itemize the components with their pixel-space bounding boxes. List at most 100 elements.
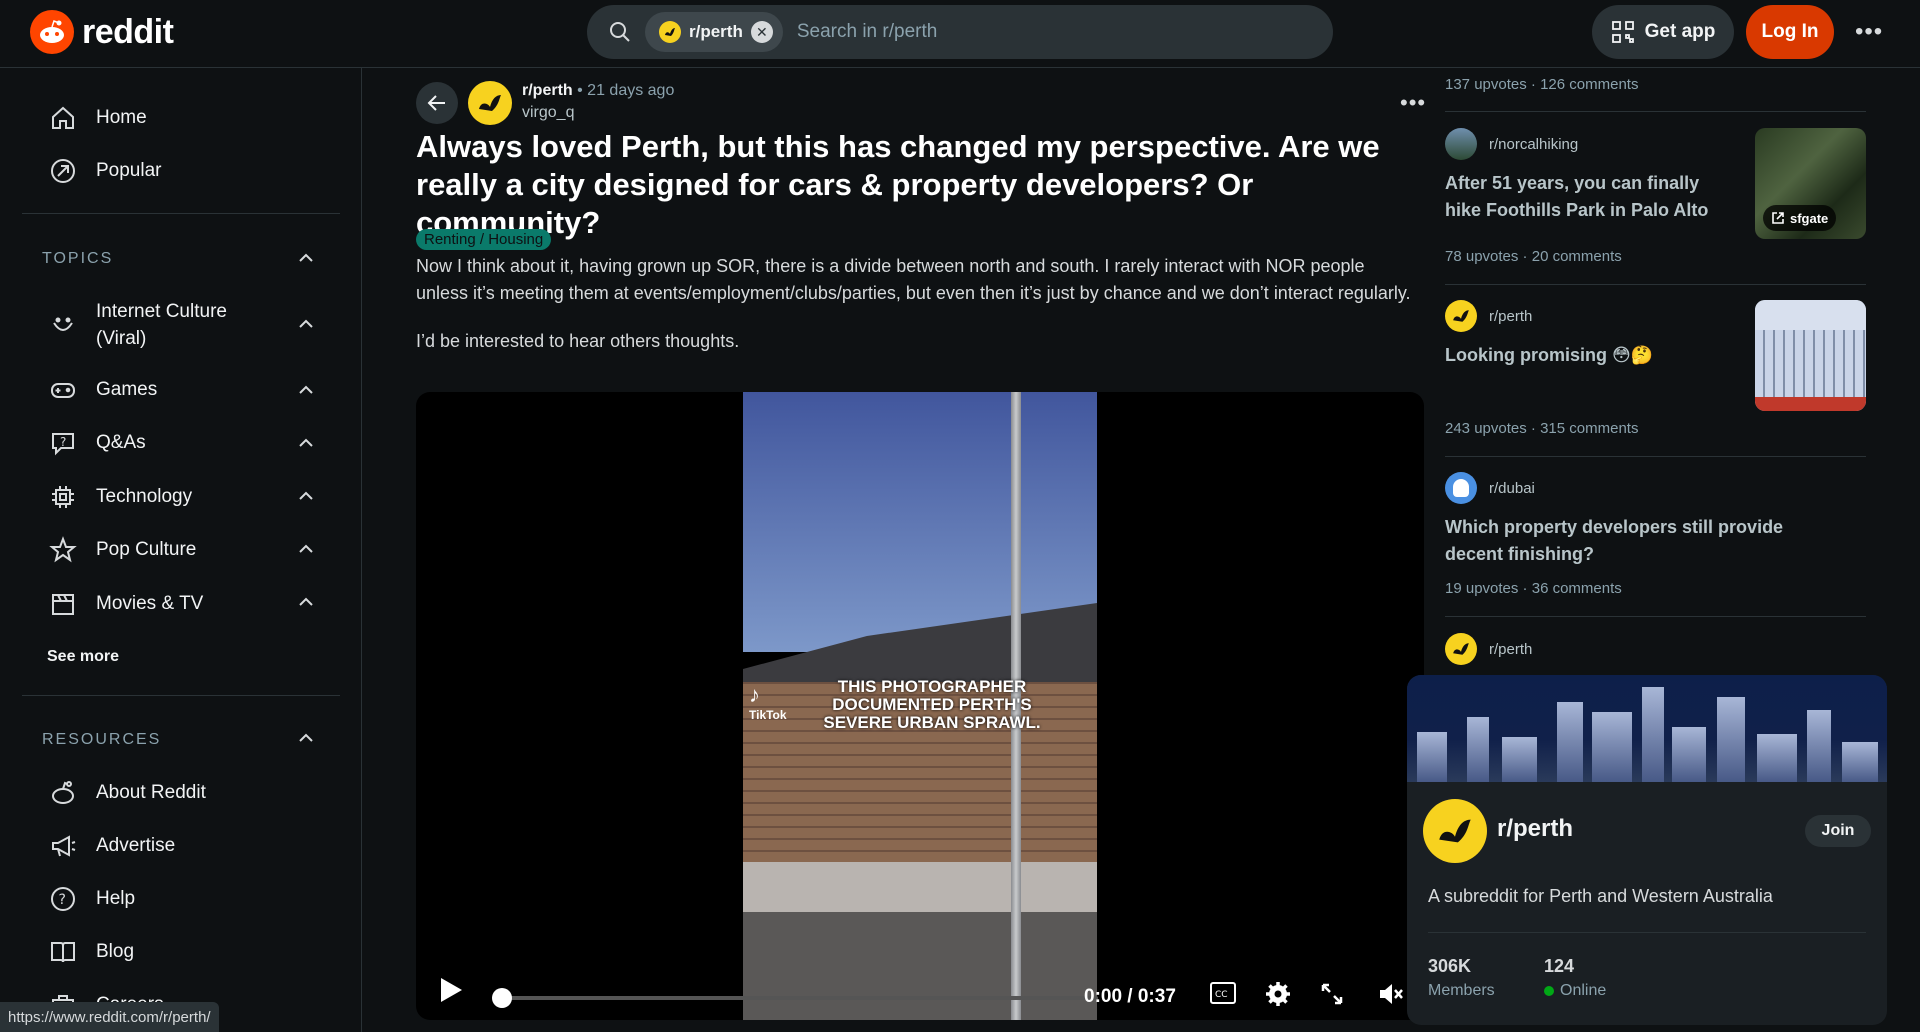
chevron-up-icon[interactable] bbox=[296, 592, 316, 612]
chevron-up-icon[interactable] bbox=[296, 433, 316, 453]
related-post-stats: 137 upvotes · 126 comments bbox=[1445, 76, 1639, 93]
nav-popular-label: Popular bbox=[96, 160, 162, 181]
resource-blog[interactable]: Blog bbox=[48, 937, 134, 967]
external-link-badge: sfgate bbox=[1763, 205, 1837, 231]
comment-count: 36 comments bbox=[1531, 580, 1622, 597]
upvote-count: 243 upvotes bbox=[1445, 420, 1527, 437]
related-subreddit-name: r/perth bbox=[1489, 640, 1533, 658]
related-post-stats: 19 upvotes · 36 comments bbox=[1445, 580, 1622, 597]
post-subreddit-link[interactable]: r/perth bbox=[522, 82, 573, 99]
topic-movies-tv[interactable]: Movies & TV bbox=[48, 589, 203, 619]
perth-swan-icon bbox=[1445, 633, 1477, 665]
related-post-title[interactable]: After 51 years, you can finally hike Foo… bbox=[1445, 170, 1735, 224]
nav-home[interactable]: Home bbox=[48, 103, 147, 133]
search-chip-label: r/perth bbox=[689, 22, 743, 41]
topic-label: Technology bbox=[96, 486, 193, 507]
related-post-title[interactable]: Which property developers still provide … bbox=[1445, 514, 1845, 568]
topics-heading[interactable]: TOPICS bbox=[42, 250, 113, 268]
get-app-button[interactable]: Get app bbox=[1592, 5, 1734, 59]
post-body: Now I think about it, having grown up SO… bbox=[416, 253, 1416, 376]
video-frame: ♪ TikTok THIS PHOTOGRAPHER DOCUMENTED PE… bbox=[743, 392, 1097, 1020]
nav-home-label: Home bbox=[96, 107, 147, 128]
post-age: 21 days ago bbox=[587, 82, 675, 99]
clapper-icon bbox=[48, 589, 78, 619]
book-icon bbox=[48, 937, 78, 967]
svg-text:CC: CC bbox=[1215, 990, 1228, 1000]
popular-icon bbox=[48, 156, 78, 186]
chevron-up-icon[interactable] bbox=[296, 486, 316, 506]
members-count: 306K bbox=[1428, 956, 1472, 976]
subreddit-avatar bbox=[1445, 472, 1477, 504]
related-thumbnail[interactable]: sfgate bbox=[1755, 128, 1866, 239]
related-subreddit[interactable]: r/perth bbox=[1445, 633, 1532, 665]
get-app-label: Get app bbox=[1644, 21, 1716, 42]
related-subreddit[interactable]: r/perth bbox=[1445, 300, 1532, 332]
clear-scope-icon[interactable]: ✕ bbox=[750, 21, 773, 43]
related-thumbnail[interactable] bbox=[1755, 300, 1866, 411]
join-button[interactable]: Join bbox=[1805, 815, 1871, 847]
login-button[interactable]: Log In bbox=[1746, 5, 1834, 59]
tiktok-label: TikTok bbox=[749, 708, 787, 722]
search-bar[interactable]: r/perth ✕ Search in r/perth bbox=[587, 5, 1333, 59]
mute-icon[interactable] bbox=[1378, 982, 1404, 1006]
svg-text:?: ? bbox=[60, 435, 66, 449]
resource-about-reddit[interactable]: About Reddit bbox=[48, 778, 206, 808]
upvote-count: 78 upvotes bbox=[1445, 248, 1519, 265]
settings-gear-icon[interactable] bbox=[1264, 980, 1292, 1008]
chevron-up-icon[interactable] bbox=[296, 539, 316, 559]
play-icon[interactable] bbox=[438, 976, 464, 1004]
subreddit-avatar[interactable] bbox=[468, 81, 512, 125]
help-icon: ? bbox=[48, 884, 78, 914]
chevron-up-icon[interactable] bbox=[296, 248, 316, 268]
community-name[interactable]: r/perth bbox=[1497, 815, 1573, 843]
topic-internet-culture[interactable]: Internet Culture (Viral) bbox=[48, 298, 276, 352]
reddit-logo[interactable]: reddit bbox=[30, 10, 174, 54]
post-options-icon[interactable]: ••• bbox=[1400, 90, 1426, 116]
svg-text:?: ? bbox=[59, 892, 66, 908]
related-post-title[interactable]: Looking promising 😳🤔 bbox=[1445, 342, 1735, 369]
search-scope-chip[interactable]: r/perth ✕ bbox=[645, 12, 783, 52]
top-header: reddit r/perth ✕ Search in r/perth Get a… bbox=[0, 0, 1920, 68]
community-avatar[interactable] bbox=[1423, 799, 1487, 863]
perth-swan-icon bbox=[659, 21, 681, 43]
tiktok-watermark: ♪ TikTok bbox=[749, 682, 787, 722]
back-button[interactable] bbox=[416, 82, 458, 124]
star-icon bbox=[48, 535, 78, 565]
topic-games[interactable]: Games bbox=[48, 375, 157, 405]
post-author[interactable]: virgo_q bbox=[522, 104, 574, 122]
chevron-up-icon[interactable] bbox=[296, 380, 316, 400]
resources-heading[interactable]: RESOURCES bbox=[42, 731, 161, 749]
see-more-link[interactable]: See more bbox=[47, 648, 119, 666]
qa-icon: ? bbox=[48, 428, 78, 458]
video-caption: THIS PHOTOGRAPHER DOCUMENTED PERTH'S SEV… bbox=[823, 677, 1041, 732]
topic-qas[interactable]: ? Q&As bbox=[48, 428, 146, 458]
related-post-stats: 78 upvotes · 20 comments bbox=[1445, 248, 1622, 265]
gamepad-icon bbox=[48, 375, 78, 405]
chevron-up-icon[interactable] bbox=[296, 314, 316, 334]
related-subreddit[interactable]: r/dubai bbox=[1445, 472, 1535, 504]
related-subreddit[interactable]: r/norcalhiking bbox=[1445, 128, 1578, 160]
topic-pop-culture[interactable]: Pop Culture bbox=[48, 535, 196, 565]
nav-popular[interactable]: Popular bbox=[48, 156, 162, 186]
video-player[interactable]: ♪ TikTok THIS PHOTOGRAPHER DOCUMENTED PE… bbox=[416, 392, 1424, 1020]
fullscreen-icon[interactable] bbox=[1320, 982, 1344, 1006]
chevron-up-icon[interactable] bbox=[296, 728, 316, 748]
upvote-count: 19 upvotes bbox=[1445, 580, 1519, 597]
more-options-icon[interactable]: ••• bbox=[1855, 18, 1883, 46]
related-subreddit-name: r/norcalhiking bbox=[1489, 135, 1579, 153]
video-scrubber[interactable] bbox=[492, 988, 512, 1008]
closed-captions-icon[interactable]: CC bbox=[1210, 982, 1236, 1004]
resource-advertise[interactable]: Advertise bbox=[48, 831, 175, 861]
resource-help[interactable]: ? Help bbox=[48, 884, 135, 914]
search-input[interactable]: Search in r/perth bbox=[797, 21, 937, 43]
video-controls: 0:00 / 0:37 CC bbox=[416, 960, 1424, 1020]
post-paragraph: Now I think about it, having grown up SO… bbox=[416, 256, 1411, 303]
topic-technology[interactable]: Technology bbox=[48, 482, 192, 512]
video-time: 0:00 / 0:37 bbox=[1084, 986, 1176, 1007]
post-flair[interactable]: Renting / Housing bbox=[416, 229, 552, 250]
comment-count: 20 comments bbox=[1531, 248, 1622, 265]
comment-count: 126 comments bbox=[1540, 76, 1639, 93]
online-label-text: Online bbox=[1560, 982, 1607, 999]
video-progress-track[interactable] bbox=[498, 996, 1098, 1000]
related-post-stats: 243 upvotes · 315 comments bbox=[1445, 420, 1639, 437]
